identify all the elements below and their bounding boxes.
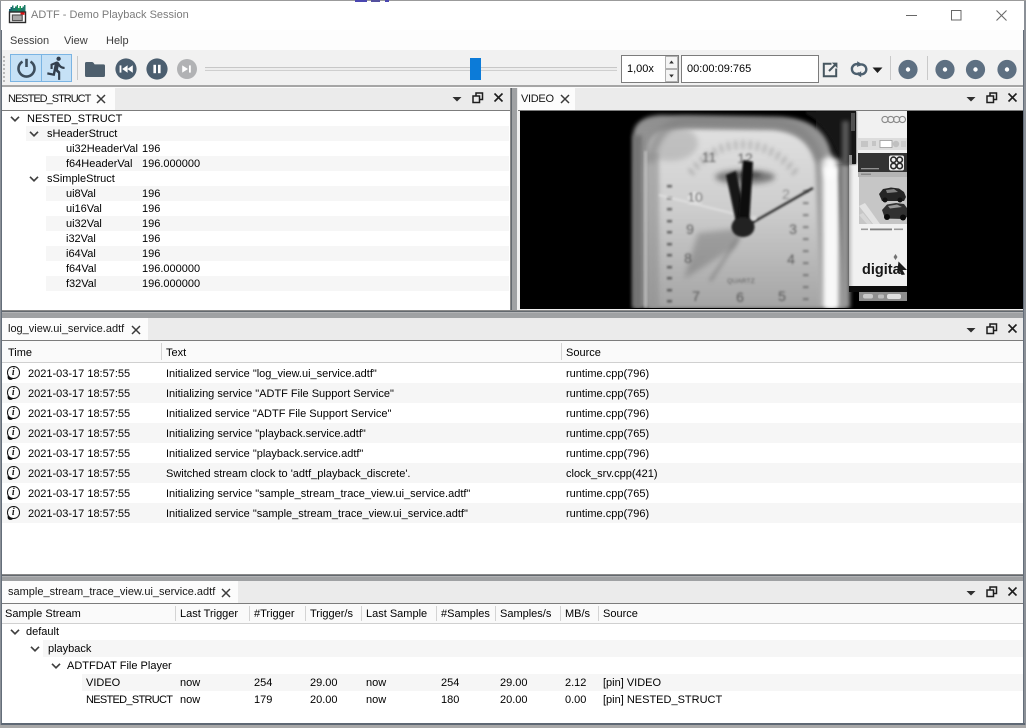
svg-text:6: 6 [736,289,744,305]
svg-text:3: 3 [789,221,797,237]
svg-text:5: 5 [778,288,786,304]
svg-text:4: 4 [787,251,795,267]
svg-text:2: 2 [782,186,790,202]
svg-text:11: 11 [702,149,717,165]
svg-text:9: 9 [686,221,694,237]
svg-text:digita: digita [862,262,902,278]
svg-text:7: 7 [692,288,700,304]
svg-text:QUARTZ: QUARTZ [727,278,755,285]
